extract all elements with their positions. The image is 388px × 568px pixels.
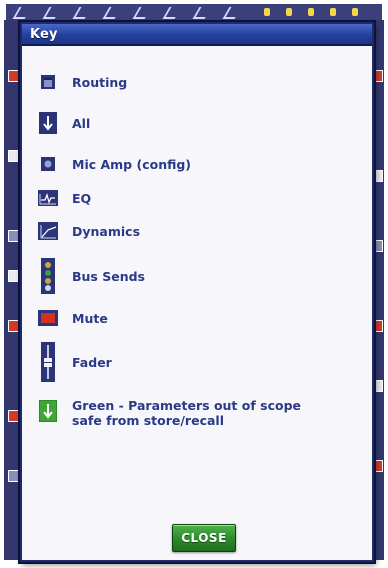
mixer-top-strip — [6, 4, 382, 23]
key-item-label: All — [72, 115, 91, 131]
key-item-mute: Mute — [38, 310, 108, 326]
mute-icon — [38, 310, 58, 326]
key-item-all: All — [38, 112, 90, 134]
dialog-title: Key — [30, 26, 58, 42]
knob-icon — [308, 8, 314, 16]
eq-curve-icon — [42, 7, 62, 19]
mute-chip — [8, 70, 20, 82]
key-item-label: Mic Amp (config) — [72, 156, 192, 172]
key-item-mic-amp: Mic Amp (config) — [38, 156, 191, 172]
key-item-label: Routing — [72, 74, 128, 90]
channel-chip — [8, 230, 20, 242]
key-list: Routing All Mic Amp (config) EQ Dynamics… — [22, 46, 372, 428]
channel-chip — [8, 270, 20, 282]
key-item-label-line2: safe from store/recall — [72, 413, 224, 428]
eq-curve-icon — [192, 7, 212, 19]
knob-icon — [264, 8, 270, 16]
key-item-eq: EQ — [38, 190, 91, 206]
eq-curve-icon — [162, 7, 182, 19]
key-item-label-line1: Green - Parameters out of scope — [72, 398, 301, 413]
eq-curve-icon — [102, 7, 122, 19]
eq-icon — [38, 190, 58, 206]
safe-description: Green - Parameters out of scope safe fro… — [72, 398, 301, 428]
key-dialog: Key Routing All Mic Amp (config) EQ Dyna… — [20, 22, 374, 562]
fader-icon — [38, 342, 58, 382]
key-item-dynamics: Dynamics — [38, 222, 140, 240]
key-item-routing: Routing — [38, 74, 127, 90]
key-item-label: Bus Sends — [72, 268, 145, 284]
eq-curve-icon — [222, 7, 242, 19]
eq-curve-icon — [12, 7, 32, 19]
dialog-titlebar: Key — [22, 24, 372, 46]
mute-chip — [8, 410, 20, 422]
key-item-label: EQ — [72, 190, 92, 206]
eq-curve-icon — [72, 7, 92, 19]
eq-curve-icon — [132, 7, 152, 19]
key-item-safe: Green - Parameters out of scope safe fro… — [38, 398, 301, 428]
channel-chip — [8, 470, 20, 482]
routing-icon — [38, 74, 58, 90]
screen: Key Routing All Mic Amp (config) EQ Dyna… — [0, 0, 388, 568]
knob-icon — [352, 8, 358, 16]
key-item-bus-sends: Bus Sends — [38, 258, 145, 294]
key-item-label: Dynamics — [72, 223, 141, 239]
close-button[interactable]: CLOSE — [172, 524, 236, 552]
bus-sends-icon — [38, 258, 58, 294]
key-item-label: Mute — [72, 310, 108, 326]
channel-chip — [8, 150, 20, 162]
all-arrow-icon — [38, 112, 58, 134]
dynamics-icon — [38, 222, 58, 240]
key-item-fader: Fader — [38, 342, 112, 382]
knob-icon — [286, 8, 292, 16]
mic-amp-icon — [38, 156, 58, 172]
key-item-label: Fader — [72, 354, 112, 370]
mute-chip — [8, 320, 20, 332]
knob-icon — [330, 8, 336, 16]
safe-green-icon — [38, 400, 58, 422]
